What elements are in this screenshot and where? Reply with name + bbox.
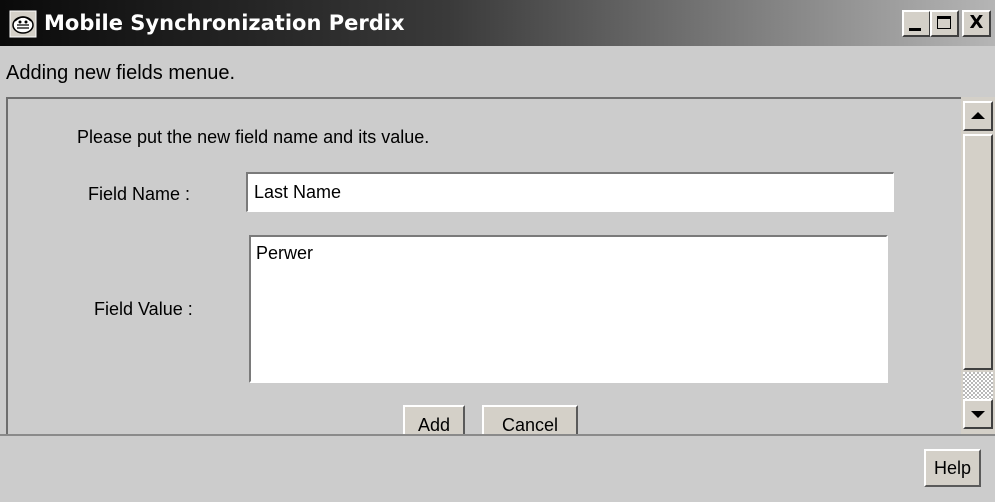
help-button[interactable]: Help xyxy=(924,449,981,487)
field-name-input[interactable] xyxy=(246,172,894,212)
divider xyxy=(0,434,995,436)
add-button[interactable]: Add xyxy=(403,405,465,434)
cancel-button[interactable]: Cancel xyxy=(482,405,578,434)
app-window: Mobile Synchronization Perdix X Adding n… xyxy=(0,0,995,502)
field-value-textarea[interactable]: Perwer xyxy=(249,235,888,383)
app-icon xyxy=(9,10,37,38)
vertical-scrollbar[interactable] xyxy=(961,97,995,434)
arrow-down-icon xyxy=(971,411,985,418)
scroll-down-button[interactable] xyxy=(963,399,993,429)
minimize-button[interactable] xyxy=(902,10,931,37)
close-button[interactable]: X xyxy=(962,10,991,37)
window-title: Mobile Synchronization Perdix xyxy=(44,11,405,35)
scroll-up-button[interactable] xyxy=(963,101,993,131)
close-icon: X xyxy=(969,12,984,33)
field-name-label: Field Name : xyxy=(88,184,191,204)
maximize-icon xyxy=(937,16,951,29)
field-value-label: Field Value : xyxy=(94,299,193,319)
scroll-track[interactable] xyxy=(963,372,993,399)
arrow-up-icon xyxy=(971,112,985,119)
header-label: Adding new fields menue. xyxy=(6,62,236,84)
minimize-icon xyxy=(909,28,921,31)
scroll-thumb[interactable] xyxy=(963,134,993,370)
maximize-button[interactable] xyxy=(930,10,959,37)
instruction-text: Please put the new field name and its va… xyxy=(77,127,430,147)
form-panel: Please put the new field name and its va… xyxy=(6,97,961,434)
title-bar[interactable]: Mobile Synchronization Perdix X xyxy=(0,0,995,46)
